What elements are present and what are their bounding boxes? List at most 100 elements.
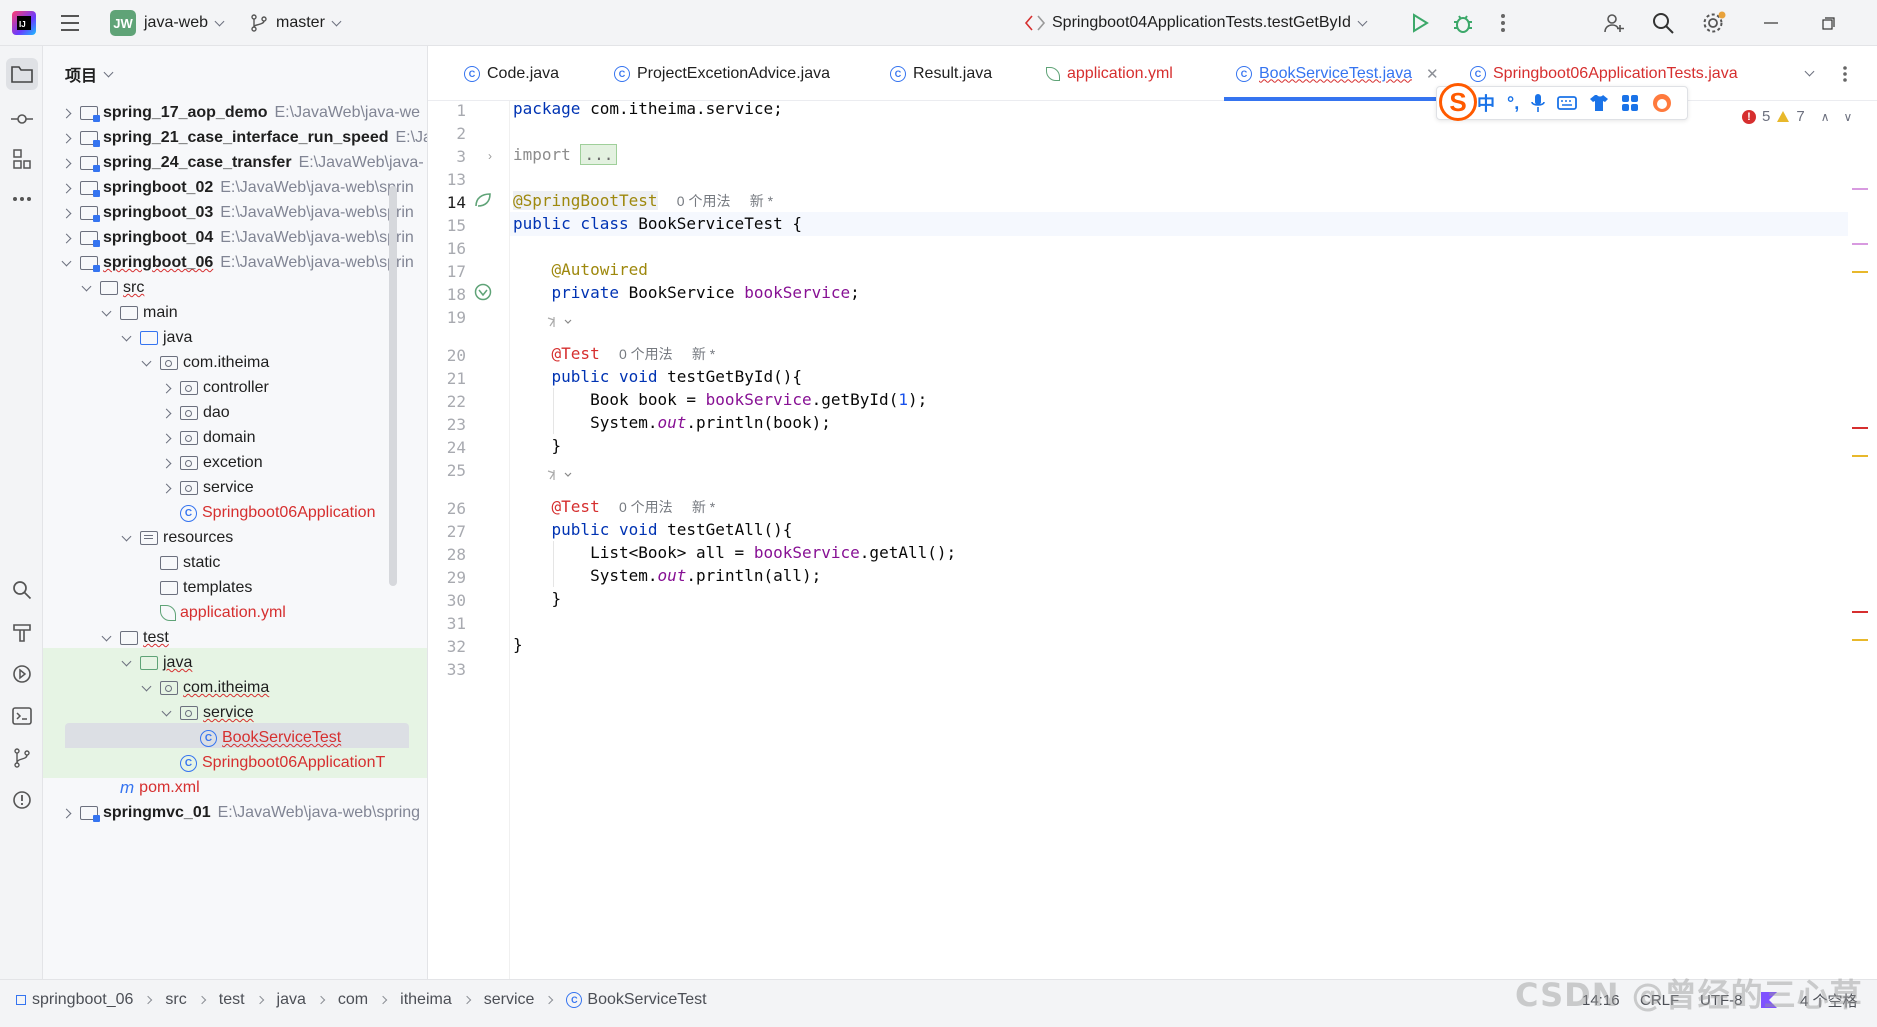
code-with-me-button[interactable] bbox=[1603, 0, 1625, 46]
module-folder-icon bbox=[80, 181, 100, 197]
tab-book-service-test[interactable]: C BookServiceTest.java ✕ bbox=[1224, 46, 1451, 101]
more-tools-button[interactable] bbox=[6, 183, 38, 215]
breadcrumb-item[interactable]: com bbox=[338, 991, 368, 1009]
left-tool-stripe bbox=[0, 46, 43, 979]
package-icon bbox=[160, 681, 178, 695]
warning-stripe-mark[interactable] bbox=[1852, 455, 1868, 457]
code-line-28: List<Book> all = bookService.getAll(); bbox=[590, 543, 957, 562]
tab-list-dropdown[interactable] bbox=[1804, 46, 1815, 101]
commit-tool-button[interactable] bbox=[6, 103, 38, 135]
breadcrumb-item[interactable]: test bbox=[219, 991, 245, 1009]
breadcrumb-item[interactable]: service bbox=[484, 991, 535, 1009]
branch-selector[interactable]: master bbox=[250, 0, 344, 46]
services-tool-button[interactable] bbox=[6, 658, 38, 690]
settings-button[interactable] bbox=[1702, 0, 1726, 46]
error-count: 5 bbox=[1762, 108, 1771, 125]
class-icon: C bbox=[200, 729, 217, 747]
line-number: 27 bbox=[446, 522, 466, 541]
ime-toolbar[interactable]: S 中 °, bbox=[1436, 83, 1688, 121]
line-number: 20 bbox=[446, 346, 466, 365]
ide-logo[interactable]: IJ bbox=[12, 0, 36, 46]
indent-guide bbox=[553, 541, 554, 587]
tree-item-module[interactable]: springmvc_01 E:\JavaWeb\java-web\spring bbox=[43, 798, 427, 828]
spring-leaf-icon bbox=[1046, 66, 1060, 81]
code-line-32: } bbox=[513, 635, 523, 654]
tab-code-java[interactable]: C Code.java bbox=[464, 46, 559, 101]
tab-result-java[interactable]: C Result.java bbox=[890, 46, 992, 101]
breadcrumb-item[interactable]: java bbox=[277, 991, 306, 1009]
toolbox-icon[interactable] bbox=[1621, 94, 1639, 112]
restore-button[interactable] bbox=[1822, 0, 1835, 46]
folder-icon bbox=[11, 66, 33, 83]
project-tool-button[interactable] bbox=[6, 58, 38, 90]
keyboard-icon[interactable] bbox=[1557, 95, 1578, 111]
error-stripe-mark[interactable] bbox=[1852, 611, 1868, 613]
module-folder-icon bbox=[80, 231, 100, 247]
find-tool-button[interactable] bbox=[6, 574, 38, 606]
fold-arrow-icon[interactable]: › bbox=[488, 149, 492, 163]
usage-hint[interactable]: 0 个用法 bbox=[677, 193, 731, 209]
error-stripe-mark[interactable] bbox=[1852, 188, 1868, 190]
terminal-tool-button[interactable] bbox=[6, 700, 38, 732]
structure-tool-button[interactable] bbox=[6, 143, 38, 175]
line-number: 14 bbox=[446, 193, 466, 212]
search-icon bbox=[1653, 13, 1674, 34]
git-tool-button[interactable] bbox=[6, 742, 38, 774]
main-menu-icon[interactable] bbox=[60, 0, 80, 46]
error-stripe-mark[interactable] bbox=[1852, 427, 1868, 429]
code-line-3: import ... bbox=[513, 143, 618, 167]
spring-leaf-icon bbox=[160, 605, 176, 621]
class-icon: C bbox=[614, 65, 630, 82]
module-folder-icon bbox=[80, 106, 100, 122]
line-number: 18 bbox=[446, 285, 466, 304]
build-tool-button[interactable] bbox=[6, 616, 38, 648]
next-highlight-icon[interactable]: ∨ bbox=[1843, 110, 1852, 124]
run-config-selector[interactable]: Springboot04ApplicationTests.testGetById bbox=[1024, 0, 1370, 46]
warning-stripe-mark[interactable] bbox=[1852, 271, 1868, 273]
more-actions-button[interactable] bbox=[1500, 0, 1506, 46]
search-button[interactable] bbox=[1652, 0, 1674, 46]
chevron-down-icon bbox=[1357, 16, 1368, 27]
breadcrumb-item[interactable]: itheima bbox=[400, 991, 452, 1009]
close-tab-icon[interactable]: ✕ bbox=[1426, 65, 1439, 83]
folded-imports[interactable]: ... bbox=[580, 144, 618, 165]
skin-icon[interactable] bbox=[1589, 94, 1609, 112]
source-folder-icon bbox=[140, 331, 158, 345]
prev-highlight-icon[interactable]: ∧ bbox=[1821, 110, 1830, 124]
error-stripe-mark[interactable] bbox=[1852, 243, 1868, 245]
minimize-button[interactable] bbox=[1764, 0, 1778, 46]
author-hint[interactable]: 新 * bbox=[750, 193, 773, 209]
line-number: 28 bbox=[446, 545, 466, 564]
ime-mode[interactable]: 中 bbox=[1477, 90, 1495, 116]
code-line-22: Book book = bookService.getById(1); bbox=[590, 390, 928, 409]
test-folder-icon bbox=[140, 656, 158, 670]
breadcrumb-item[interactable]: springboot_06 bbox=[32, 991, 133, 1009]
code-editor[interactable]: package com.itheima.service; import ... … bbox=[512, 99, 1847, 979]
spring-bean-icon[interactable] bbox=[474, 192, 492, 208]
hammer-icon bbox=[13, 624, 31, 642]
problems-tool-button[interactable] bbox=[6, 784, 38, 816]
resources-folder-icon bbox=[140, 531, 158, 545]
tab-project-excetion-advice[interactable]: C ProjectExcetionAdvice.java bbox=[614, 46, 830, 101]
more-vertical-icon bbox=[1843, 65, 1847, 82]
run-button[interactable] bbox=[1410, 0, 1430, 46]
punctuation-icon[interactable]: °, bbox=[1507, 93, 1519, 114]
ai-inlay-icon[interactable] bbox=[546, 315, 576, 329]
debug-button[interactable] bbox=[1452, 0, 1474, 46]
folder-icon bbox=[160, 581, 178, 595]
warning-stripe-mark[interactable] bbox=[1852, 639, 1868, 641]
project-panel: 项目 spring_17_aop_demo E:\JavaWeb\java-we … bbox=[43, 46, 428, 979]
project-scrollbar[interactable] bbox=[389, 186, 397, 586]
breadcrumb-item[interactable]: BookServiceTest bbox=[587, 991, 706, 1009]
inspection-widget[interactable]: ! 5 7 ∧ ∨ bbox=[1742, 108, 1852, 125]
ai-inlay-icon[interactable] bbox=[546, 468, 576, 482]
mascot-icon[interactable] bbox=[1651, 92, 1673, 114]
tab-more-button[interactable] bbox=[1842, 46, 1848, 101]
microphone-icon[interactable] bbox=[1531, 93, 1546, 113]
project-selector[interactable]: JW java-web bbox=[110, 0, 227, 46]
project-panel-header[interactable]: 项目 bbox=[65, 62, 116, 86]
autowired-bean-icon[interactable] bbox=[474, 283, 492, 301]
breadcrumb-item[interactable]: src bbox=[165, 991, 186, 1009]
line-number: 3 bbox=[456, 147, 466, 166]
tab-application-yml[interactable]: application.yml bbox=[1046, 46, 1173, 101]
